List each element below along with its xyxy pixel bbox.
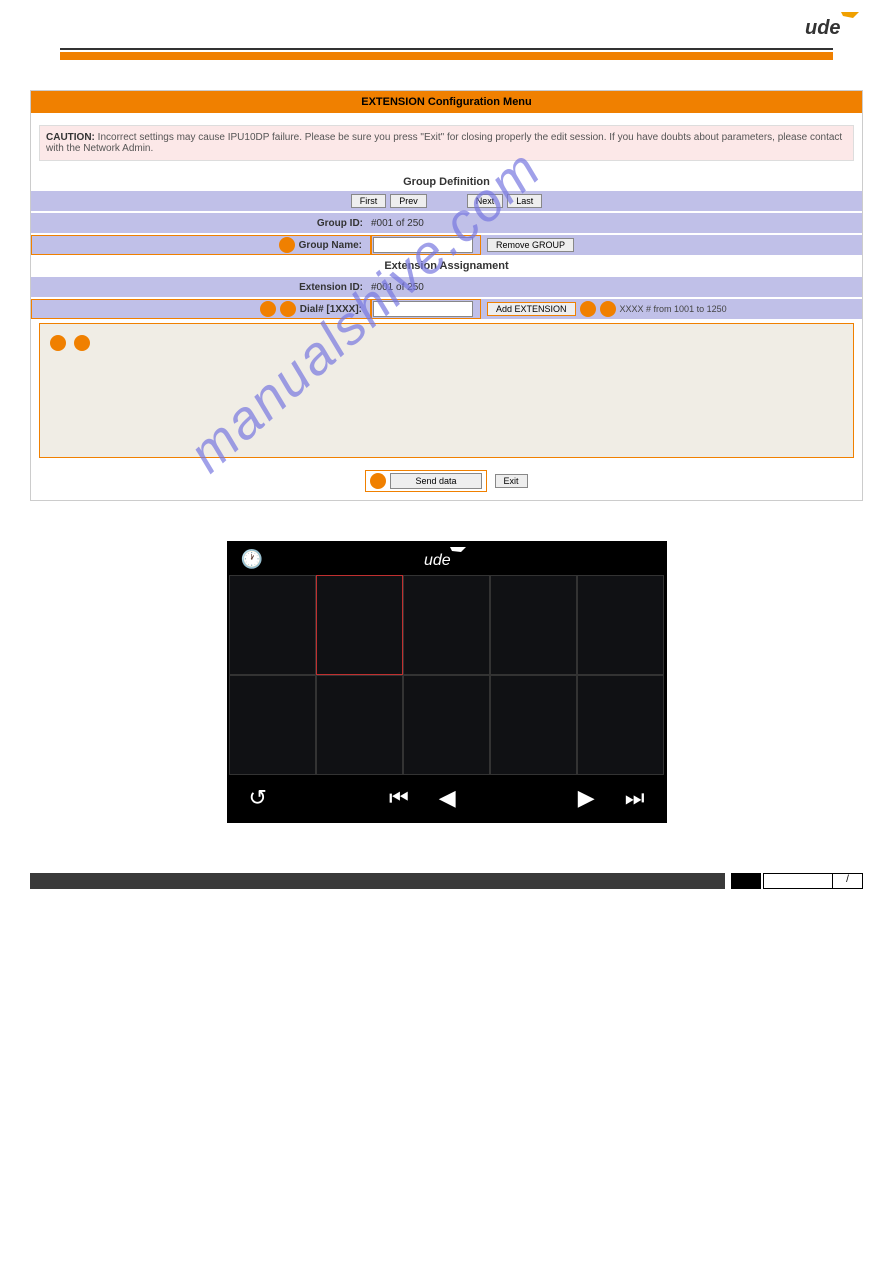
svg-text:ude: ude: [805, 17, 841, 38]
play-back-icon[interactable]: ◀: [439, 785, 456, 811]
grid-cell[interactable]: [229, 675, 316, 775]
page-footer: /: [0, 873, 893, 909]
skip-forward-icon[interactable]: ⏭: [625, 785, 645, 811]
group-name-input[interactable]: [373, 237, 473, 253]
group-definition-title: Group Definition: [31, 173, 862, 191]
grid-cell[interactable]: [577, 675, 664, 775]
device-grid: [229, 575, 665, 775]
caution-label: CAUTION:: [46, 132, 95, 143]
grid-cell[interactable]: [490, 575, 577, 675]
group-id-row: Group ID: #001 of 250: [31, 213, 862, 233]
grid-cell[interactable]: [316, 675, 403, 775]
extension-config-panel: EXTENSION Configuration Menu CAUTION: In…: [30, 90, 863, 501]
extension-list-area: [39, 323, 854, 458]
dial-label: Dial# [1XXX]:: [300, 304, 362, 315]
group-name-row: Group Name: Remove GROUP: [31, 235, 862, 255]
group-nav-row: First Prev Next Last: [31, 191, 862, 211]
group-name-label: Group Name:: [299, 240, 362, 251]
device-preview: 🕐 ude ↺ ⏮ ◀: [227, 541, 667, 823]
page-number-box: /: [833, 873, 863, 889]
grid-cell[interactable]: [229, 575, 316, 675]
callout-dot-icon: [580, 301, 596, 317]
callout-dot-icon: [600, 301, 616, 317]
callout-dot-icon: [279, 237, 295, 253]
device-logo: ude: [422, 546, 472, 573]
device-controls: ↺ ⏮ ◀ ▶ ⏭: [229, 775, 665, 821]
last-button[interactable]: Last: [507, 194, 542, 208]
extension-assignment-title: Extension Assignament: [31, 257, 862, 275]
extension-id-value: #001 of 250: [371, 282, 481, 293]
grid-cell[interactable]: [490, 675, 577, 775]
next-button[interactable]: Next: [467, 194, 504, 208]
dial-row: Dial# [1XXX]: Add EXTENSION XXXX # from …: [31, 299, 862, 319]
prev-button[interactable]: Prev: [390, 194, 427, 208]
refresh-icon[interactable]: ↺: [249, 785, 267, 811]
remove-group-button[interactable]: Remove GROUP: [487, 238, 574, 252]
extension-id-label: Extension ID:: [31, 282, 371, 293]
play-forward-icon[interactable]: ▶: [578, 785, 595, 811]
extension-id-row: Extension ID: #001 of 250: [31, 277, 862, 297]
caution-box: CAUTION: Incorrect settings may cause IP…: [39, 125, 854, 161]
exit-button[interactable]: Exit: [495, 474, 528, 488]
grid-cell[interactable]: [403, 675, 490, 775]
group-id-label: Group ID:: [31, 218, 371, 229]
dial-input[interactable]: [373, 301, 473, 317]
grid-cell-selected[interactable]: [316, 575, 403, 675]
menu-title: EXTENSION Configuration Menu: [31, 91, 862, 113]
callout-dot-icon: [260, 301, 276, 317]
group-id-value: #001 of 250: [371, 218, 481, 229]
grid-cell[interactable]: [403, 575, 490, 675]
bottom-buttons-row: Send data Exit: [31, 462, 862, 500]
send-data-button[interactable]: Send data: [390, 473, 481, 489]
grid-cell[interactable]: [577, 575, 664, 675]
brand-logo: ude: [30, 10, 863, 43]
add-extension-button[interactable]: Add EXTENSION: [487, 302, 576, 316]
clock-icon: 🕐: [241, 549, 263, 570]
header-orange-bar: [60, 52, 833, 60]
callout-dot-icon: [280, 301, 296, 317]
svg-text:ude: ude: [424, 552, 451, 568]
dial-hint: XXXX # from 1001 to 1250: [620, 304, 727, 314]
caution-text: Incorrect settings may cause IPU10DP fai…: [46, 132, 842, 154]
callout-dot-icon: [370, 473, 386, 489]
callout-dot-icon: [50, 335, 66, 351]
first-button[interactable]: First: [351, 194, 387, 208]
callout-dot-icon: [74, 335, 90, 351]
skip-back-icon[interactable]: ⏮: [389, 785, 409, 811]
